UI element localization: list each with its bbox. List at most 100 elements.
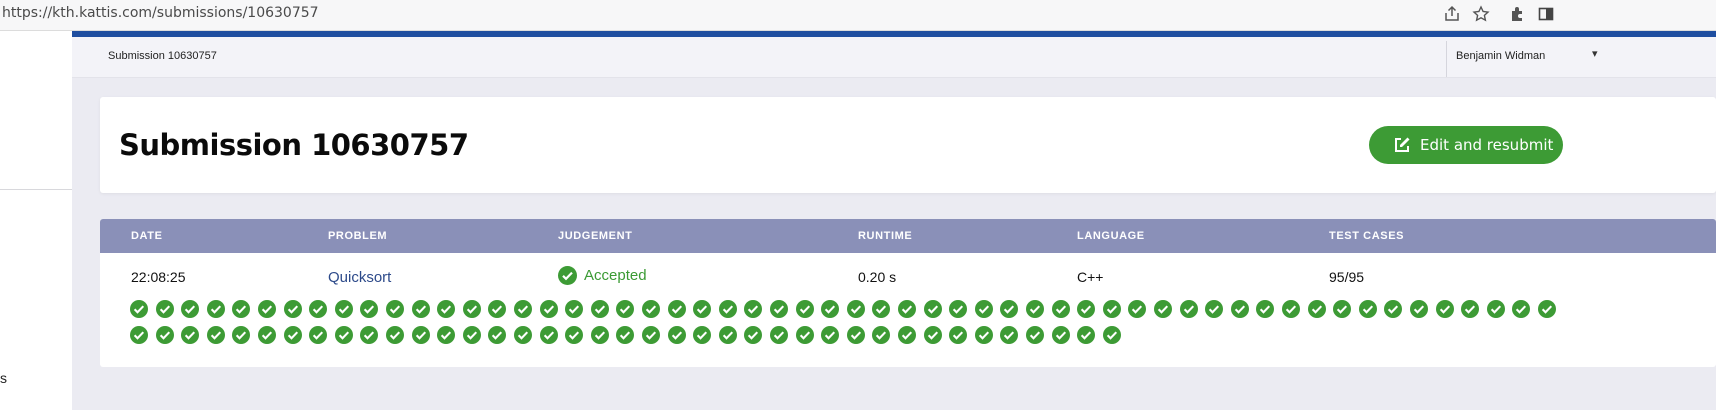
extensions-icon[interactable] bbox=[1507, 5, 1527, 25]
test-case-check-icon[interactable] bbox=[872, 300, 891, 318]
test-case-check-icon[interactable] bbox=[923, 300, 942, 318]
test-case-check-icon[interactable] bbox=[590, 300, 609, 318]
test-case-check-icon[interactable] bbox=[437, 326, 456, 344]
test-case-check-icon[interactable] bbox=[949, 326, 968, 344]
test-case-check-icon[interactable] bbox=[565, 300, 584, 318]
test-case-check-icon[interactable] bbox=[1205, 300, 1224, 318]
test-case-check-icon[interactable] bbox=[488, 326, 507, 344]
test-case-check-icon[interactable] bbox=[411, 300, 430, 318]
chevron-down-icon[interactable]: ▾ bbox=[1592, 47, 1598, 60]
test-case-check-icon[interactable] bbox=[667, 326, 686, 344]
test-case-check-icon[interactable] bbox=[1102, 326, 1121, 344]
test-case-check-icon[interactable] bbox=[334, 326, 353, 344]
test-case-check-icon[interactable] bbox=[821, 300, 840, 318]
test-case-check-icon[interactable] bbox=[206, 326, 225, 344]
sidepanel-icon[interactable] bbox=[1536, 5, 1556, 25]
test-case-check-icon[interactable] bbox=[821, 326, 840, 344]
star-icon[interactable] bbox=[1471, 5, 1491, 25]
test-case-check-icon[interactable] bbox=[514, 300, 532, 318]
test-case-check-icon[interactable] bbox=[795, 300, 814, 318]
test-case-check-icon[interactable] bbox=[1026, 300, 1044, 318]
test-case-check-icon[interactable] bbox=[642, 300, 660, 318]
test-case-check-icon[interactable] bbox=[667, 300, 686, 318]
test-case-check-icon[interactable] bbox=[181, 326, 200, 344]
test-case-check-icon[interactable] bbox=[1358, 300, 1377, 318]
test-case-check-icon[interactable] bbox=[539, 300, 558, 318]
test-case-check-icon[interactable] bbox=[642, 326, 660, 344]
test-case-check-icon[interactable] bbox=[846, 300, 865, 318]
user-menu[interactable]: Benjamin Widman bbox=[1456, 50, 1545, 62]
test-case-check-icon[interactable] bbox=[258, 326, 276, 344]
test-case-check-icon[interactable] bbox=[437, 300, 456, 318]
test-case-check-icon[interactable] bbox=[1282, 300, 1300, 318]
test-case-check-icon[interactable] bbox=[386, 326, 404, 344]
test-case-check-icon[interactable] bbox=[616, 300, 635, 318]
test-case-check-icon[interactable] bbox=[206, 300, 225, 318]
test-case-check-icon[interactable] bbox=[1077, 300, 1096, 318]
test-case-check-icon[interactable] bbox=[795, 326, 814, 344]
test-case-check-icon[interactable] bbox=[283, 326, 302, 344]
test-case-check-icon[interactable] bbox=[1333, 300, 1352, 318]
test-case-check-icon[interactable] bbox=[770, 326, 788, 344]
test-case-check-icon[interactable] bbox=[744, 300, 763, 318]
test-case-check-icon[interactable] bbox=[309, 300, 328, 318]
test-case-check-icon[interactable] bbox=[693, 326, 712, 344]
test-case-check-icon[interactable] bbox=[898, 326, 916, 344]
url-text[interactable]: https://kth.kattis.com/submissions/10630… bbox=[2, 5, 319, 21]
test-case-check-icon[interactable] bbox=[1256, 300, 1275, 318]
problem-link[interactable]: Quicksort bbox=[328, 269, 391, 286]
test-case-check-icon[interactable] bbox=[1026, 326, 1044, 344]
test-case-check-icon[interactable] bbox=[1435, 300, 1454, 318]
test-case-check-icon[interactable] bbox=[283, 300, 302, 318]
test-case-check-icon[interactable] bbox=[232, 326, 251, 344]
test-case-check-icon[interactable] bbox=[590, 326, 609, 344]
test-case-check-icon[interactable] bbox=[974, 326, 993, 344]
test-case-check-icon[interactable] bbox=[488, 300, 507, 318]
test-case-check-icon[interactable] bbox=[1128, 300, 1147, 318]
sidebar-item-label[interactable]: s bbox=[0, 370, 7, 386]
test-case-check-icon[interactable] bbox=[898, 300, 916, 318]
test-case-check-icon[interactable] bbox=[1538, 300, 1556, 318]
test-case-check-icon[interactable] bbox=[258, 300, 276, 318]
test-case-check-icon[interactable] bbox=[616, 326, 635, 344]
test-case-check-icon[interactable] bbox=[360, 326, 379, 344]
test-case-check-icon[interactable] bbox=[1512, 300, 1531, 318]
test-case-check-icon[interactable] bbox=[514, 326, 532, 344]
test-case-check-icon[interactable] bbox=[130, 326, 148, 344]
test-case-check-icon[interactable] bbox=[923, 326, 942, 344]
test-case-check-icon[interactable] bbox=[1051, 326, 1070, 344]
test-case-check-icon[interactable] bbox=[1179, 300, 1198, 318]
test-case-check-icon[interactable] bbox=[360, 300, 379, 318]
test-case-check-icon[interactable] bbox=[1410, 300, 1428, 318]
test-case-check-icon[interactable] bbox=[539, 326, 558, 344]
test-case-check-icon[interactable] bbox=[1461, 300, 1480, 318]
test-case-check-icon[interactable] bbox=[462, 300, 481, 318]
test-case-check-icon[interactable] bbox=[1051, 300, 1070, 318]
test-case-check-icon[interactable] bbox=[693, 300, 712, 318]
test-case-check-icon[interactable] bbox=[155, 300, 174, 318]
edit-and-resubmit-button[interactable]: Edit and resubmit bbox=[1369, 126, 1563, 164]
test-case-check-icon[interactable] bbox=[1154, 300, 1172, 318]
browser-address-bar[interactable]: https://kth.kattis.com/submissions/10630… bbox=[0, 0, 1716, 31]
test-case-check-icon[interactable] bbox=[411, 326, 430, 344]
test-case-check-icon[interactable] bbox=[974, 300, 993, 318]
test-case-check-icon[interactable] bbox=[155, 326, 174, 344]
test-case-check-icon[interactable] bbox=[181, 300, 200, 318]
share-icon[interactable] bbox=[1442, 5, 1462, 25]
test-case-check-icon[interactable] bbox=[1384, 300, 1403, 318]
test-case-check-icon[interactable] bbox=[1077, 326, 1096, 344]
test-case-check-icon[interactable] bbox=[718, 326, 737, 344]
test-case-check-icon[interactable] bbox=[130, 300, 148, 318]
test-case-check-icon[interactable] bbox=[309, 326, 328, 344]
test-case-check-icon[interactable] bbox=[846, 326, 865, 344]
test-case-check-icon[interactable] bbox=[744, 326, 763, 344]
test-case-check-icon[interactable] bbox=[334, 300, 353, 318]
test-case-check-icon[interactable] bbox=[232, 300, 251, 318]
test-case-check-icon[interactable] bbox=[1486, 300, 1505, 318]
test-case-check-icon[interactable] bbox=[1102, 300, 1121, 318]
test-case-check-icon[interactable] bbox=[949, 300, 968, 318]
test-case-check-icon[interactable] bbox=[462, 326, 481, 344]
test-case-check-icon[interactable] bbox=[1000, 326, 1019, 344]
test-case-check-icon[interactable] bbox=[718, 300, 737, 318]
test-case-check-icon[interactable] bbox=[386, 300, 404, 318]
